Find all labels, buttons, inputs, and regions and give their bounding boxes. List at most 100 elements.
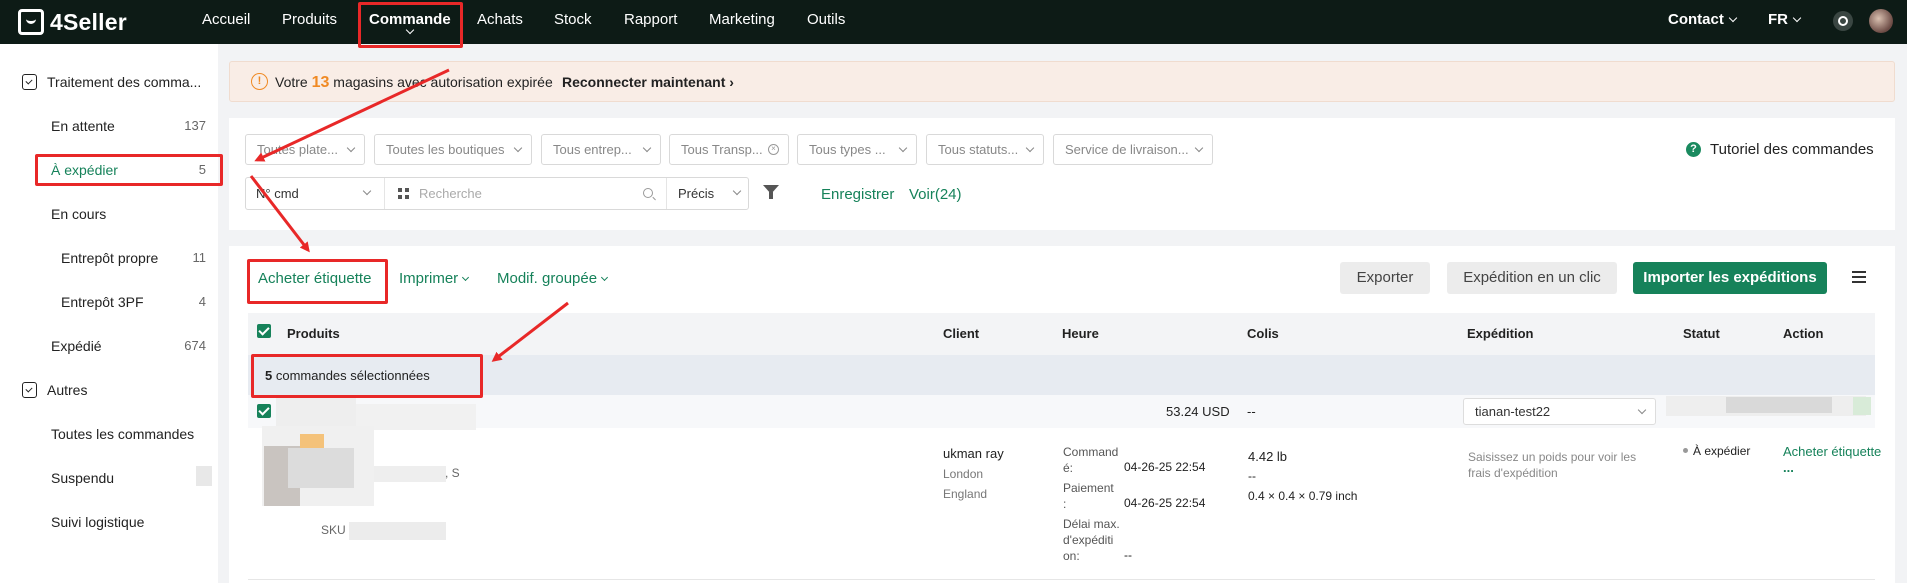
one-click-ship-button[interactable]: Expédition en un clic (1447, 262, 1617, 294)
shop-select[interactable]: Toutes les boutiques (374, 134, 532, 165)
match-value: Précis (678, 186, 715, 201)
type-select[interactable]: Tous types ... (797, 134, 917, 165)
alert-text-pre: Votre (275, 74, 312, 90)
time-payment: 04-26-25 22:54 (1124, 496, 1206, 510)
sidebar-item-suivi-logistique[interactable]: Suivi logistique (51, 514, 144, 530)
nav-outils[interactable]: Outils (807, 0, 845, 44)
col-expedition: Expédition (1467, 326, 1534, 341)
status-select[interactable]: Tous statuts... (926, 134, 1044, 165)
view-saved-link[interactable]: Voir(24) (909, 186, 962, 203)
nav-marketing[interactable]: Marketing (709, 0, 775, 44)
status-dot (1683, 448, 1688, 453)
nav-commande[interactable]: Commande (369, 0, 451, 44)
package-dash: -- (1248, 469, 1256, 483)
carrier-select[interactable]: Tous Transp... × (669, 134, 789, 165)
import-shipments-button[interactable]: Importer les expéditions (1633, 262, 1827, 294)
selection-count-text: 5 commandes sélectionnées (265, 368, 430, 383)
search-type-value: N° cmd (256, 186, 299, 201)
sidebar-item-a-expedier[interactable]: À expédier (51, 162, 118, 178)
chevron-down-icon (642, 143, 652, 153)
alert-text: Votre 13 magasins avec autorisation expi… (275, 74, 553, 92)
logo[interactable]: 4Seller (18, 7, 127, 37)
language-menu[interactable]: FR (1768, 0, 1802, 40)
warning-icon: ! (251, 73, 268, 90)
col-action: Action (1783, 326, 1824, 341)
bulk-edit-dropdown[interactable]: Modif. groupée (497, 270, 609, 287)
grid-icon[interactable] (398, 178, 412, 209)
sidebar-group-traitement[interactable]: Traitement des comma... (22, 74, 201, 90)
orders-tutorial-link[interactable]: ? Tutoriel des commandes (1686, 141, 1874, 158)
clear-icon[interactable]: × (768, 144, 779, 155)
client-city: London (943, 467, 984, 481)
select-value: Tous entrep... (553, 142, 632, 157)
blurred-title (288, 448, 354, 488)
buy-label-button[interactable]: Acheter étiquette (258, 270, 371, 287)
order-checkbox[interactable] (257, 404, 271, 418)
column-settings-icon[interactable] (1852, 271, 1866, 283)
carrier-value: tianan-test22 (1475, 404, 1551, 419)
match-select[interactable]: Précis (678, 178, 750, 209)
sidebar-item-expedie[interactable]: Expédié (51, 338, 102, 354)
sidebar-group-label: Autres (47, 382, 88, 398)
save-filter-link[interactable]: Enregistrer (821, 186, 894, 203)
platform-select[interactable]: Toutes plate... (245, 134, 365, 165)
delivery-service-select[interactable]: Service de livraison... (1053, 134, 1213, 165)
nav-produits[interactable]: Produits (282, 0, 337, 44)
nav-achats[interactable]: Achats (477, 0, 523, 44)
select-value: Toutes plate... (257, 142, 338, 157)
settings-gear-icon[interactable] (1833, 11, 1853, 31)
sidebar-count: 5 (198, 162, 206, 177)
sidebar-item-entrepot-3pf[interactable]: Entrepôt 3PF (61, 294, 144, 310)
blurred-info (1853, 397, 1871, 415)
search-input[interactable]: Recherche (419, 178, 639, 209)
chevron-down-icon (1025, 143, 1035, 153)
sidebar-count: 4 (198, 294, 206, 309)
chevron-down-icon (898, 143, 908, 153)
selection-bar (248, 355, 1875, 395)
select-value: Tous statuts... (938, 142, 1019, 157)
row-more-actions[interactable]: ... (1783, 460, 1794, 475)
blurred-title-tail: , S (445, 466, 460, 480)
contact-menu[interactable]: Contact (1668, 0, 1738, 40)
reconnect-label: Reconnecter maintenant (562, 74, 726, 90)
sidebar-item-suspendu[interactable]: Suspendu (51, 470, 114, 486)
chevron-down-icon (462, 273, 470, 282)
sidebar-count: 11 (192, 250, 207, 265)
search-placeholder: Recherche (419, 186, 482, 201)
blurred-info (1726, 397, 1832, 413)
bulk-edit-label: Modif. groupée (497, 270, 598, 287)
sidebar-item-entrepot-propre[interactable]: Entrepôt propre (61, 250, 158, 266)
nav-accueil[interactable]: Accueil (202, 0, 250, 44)
blurred-count (196, 466, 212, 486)
avatar[interactable] (1869, 9, 1893, 33)
search-group: N° cmd Recherche Précis (245, 177, 749, 210)
select-all-checkbox[interactable] (257, 324, 271, 338)
client-name: ukman ray (943, 446, 1004, 461)
blurred-title (374, 466, 446, 482)
print-label: Imprimer (399, 270, 459, 287)
nav-stock[interactable]: Stock (554, 0, 592, 44)
col-produits: Produits (287, 326, 340, 341)
row-buy-label-link[interactable]: Acheter étiquette (1783, 444, 1881, 459)
nav-rapport[interactable]: Rapport (624, 0, 677, 44)
order-colis: -- (1247, 404, 1256, 419)
sidebar-item-en-cours[interactable]: En cours (51, 206, 106, 222)
sidebar-item-en-attente[interactable]: En attente (51, 118, 115, 134)
sidebar-group-autres[interactable]: Autres (22, 382, 87, 398)
chevron-down-icon (601, 273, 609, 282)
reconnect-link[interactable]: Reconnecter maintenant › (562, 74, 734, 90)
col-heure: Heure (1062, 326, 1099, 341)
sidebar-item-toutes-commandes[interactable]: Toutes les commandes (51, 426, 194, 442)
search-icon[interactable] (643, 188, 653, 198)
export-button[interactable]: Exporter (1340, 262, 1430, 294)
search-type-select[interactable]: N° cmd (256, 178, 376, 209)
package-weight: 4.42 lb (1248, 449, 1288, 464)
carrier-account-select[interactable]: tianan-test22 (1463, 398, 1656, 425)
expired-auth-alert: ! Votre 13 magasins avec autorisation ex… (229, 61, 1895, 102)
chevron-down-icon (1637, 405, 1647, 415)
print-dropdown[interactable]: Imprimer (399, 270, 470, 287)
filter-icon[interactable] (763, 185, 779, 199)
top-navbar: 4Seller Accueil Produits Commande Achats… (0, 0, 1907, 44)
blurred-order-id (356, 404, 476, 430)
warehouse-select[interactable]: Tous entrep... (541, 134, 661, 165)
